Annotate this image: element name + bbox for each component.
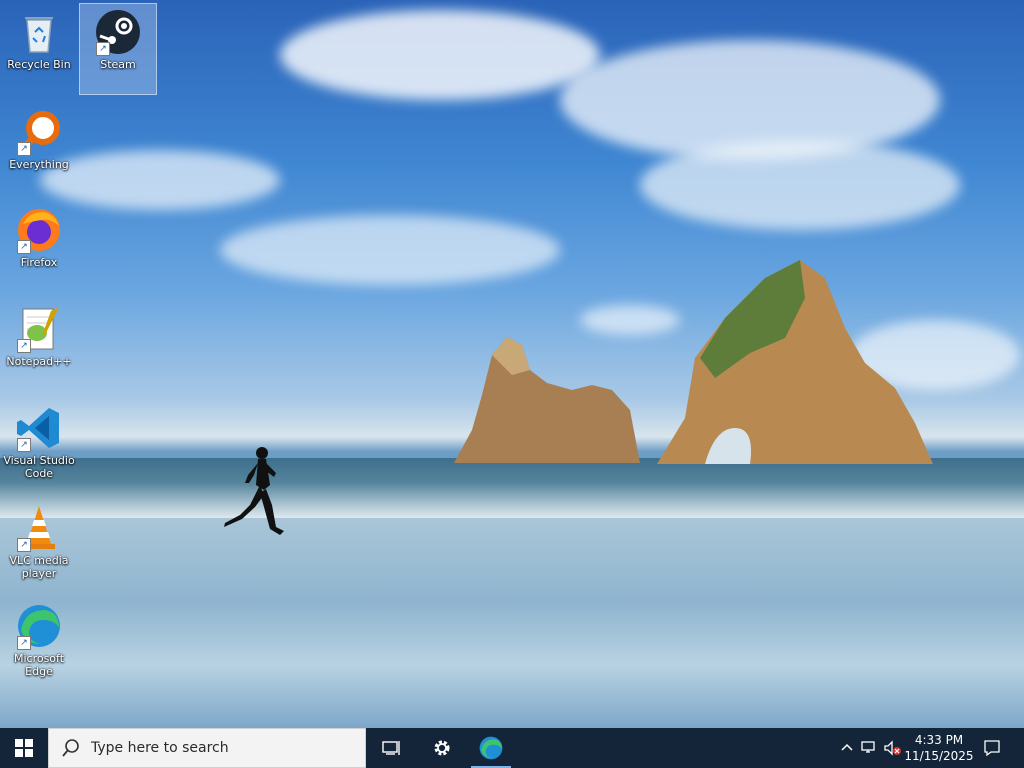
vlc-cone-icon: ↗ [15,504,63,552]
shortcut-arrow-icon: ↗ [17,339,31,353]
edge-icon [479,736,503,760]
rock-small [454,337,640,463]
shortcut-arrow-icon: ↗ [17,538,31,552]
search-placeholder: Type here to search [91,740,229,756]
desktop-icon-firefox[interactable]: ↗ Firefox [4,202,74,292]
search-icon [62,739,79,757]
clock-time: 4:33 PM [914,733,964,747]
windows-logo-icon [15,739,33,757]
taskbar: Type here to search 4:33 PM 11/15/2025 [0,728,1024,768]
sea [0,458,1024,520]
steam-icon: ↗ [94,8,142,56]
notepadpp-icon: ↗ [15,305,63,353]
desktop-wallpaper [0,0,1024,728]
start-button[interactable] [0,728,48,768]
desktop-icon-edge[interactable]: ↗ Microsoft Edge [4,598,74,698]
task-view-icon [382,741,400,755]
gear-icon [434,740,450,756]
desktop-icon-steam[interactable]: ↗ Steam [79,3,157,95]
shortcut-arrow-icon: ↗ [96,42,110,56]
network-status[interactable] [858,728,880,768]
shortcut-arrow-icon: ↗ [17,636,31,650]
edge-taskbar-button[interactable] [467,728,515,768]
chevron-up-icon [841,743,853,751]
desktop-icon-vscode[interactable]: ↗ Visual Studio Code [3,400,75,500]
recycle-bin-icon [15,8,63,56]
notifications-button[interactable] [976,728,1008,768]
taskbar-clock[interactable]: 4:33 PM 11/15/2025 [904,728,974,768]
desktop-icon-vlc[interactable]: ↗ VLC media player [4,500,74,600]
runner-silhouette [224,447,284,535]
desktop-icon-notepadpp[interactable]: ↗ Notepad++ [4,301,74,391]
firefox-icon: ↗ [15,206,63,254]
network-icon [861,741,875,753]
settings-button[interactable] [418,728,466,768]
shortcut-arrow-icon: ↗ [17,240,31,254]
wet-sand [0,518,1024,728]
show-hidden-icons-button[interactable] [836,728,858,768]
task-view-button[interactable] [368,728,416,768]
desktop-icon-recycle-bin[interactable]: Recycle Bin [4,4,74,94]
magnifier-icon: ↗ [15,108,63,156]
rock-arch [657,260,933,464]
taskbar-search-box[interactable]: Type here to search [48,728,366,768]
vscode-icon: ↗ [15,404,63,452]
notification-icon [984,740,1000,757]
shortcut-arrow-icon: ↗ [17,142,31,156]
speaker-muted-icon [884,740,901,756]
desktop-icon-everything[interactable]: ↗ Everything [4,104,74,194]
edge-icon: ↗ [15,602,63,650]
clock-date: 11/15/2025 [904,749,974,763]
shortcut-arrow-icon: ↗ [17,438,31,452]
volume-status[interactable] [880,728,904,768]
